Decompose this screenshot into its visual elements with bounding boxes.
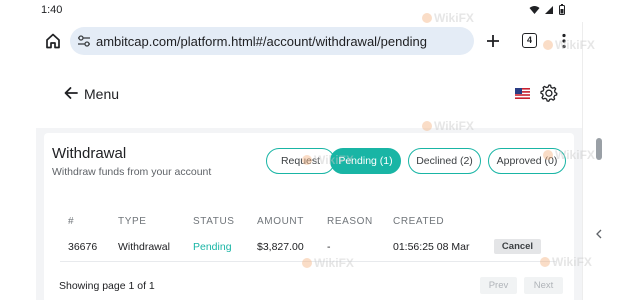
menu-button[interactable]: Menu: [84, 86, 119, 102]
gear-icon[interactable]: [539, 83, 559, 103]
column-header-reason: REASON: [327, 216, 373, 227]
pagination-summary: Showing page 1 of 1: [59, 280, 155, 292]
site-settings-icon[interactable]: [77, 34, 91, 48]
signal-icon: [545, 5, 553, 14]
page-header: Menu: [36, 60, 582, 128]
cell-reason: -: [327, 241, 331, 253]
browser-toolbar: ambitcap.com/platform.html#/account/with…: [0, 22, 617, 60]
filter-declined-button[interactable]: Declined (2): [408, 148, 481, 174]
cell-amount: $3,827.00: [257, 241, 304, 253]
wifi-icon: [529, 5, 540, 14]
cell-status: Pending: [193, 241, 232, 253]
scrollbar-thumb[interactable]: [596, 138, 602, 160]
cancel-withdrawal-button[interactable]: Cancel: [494, 239, 541, 254]
status-bar: 1:40: [0, 0, 617, 22]
filter-pending-button[interactable]: Pending (1): [330, 148, 401, 174]
more-options-icon[interactable]: [561, 33, 567, 49]
side-divider: [582, 22, 583, 300]
chevron-left-icon[interactable]: [595, 229, 603, 239]
us-flag-icon[interactable]: [515, 88, 530, 99]
column-header-amount: AMOUNT: [257, 216, 304, 227]
column-header-number: #: [68, 216, 75, 227]
column-header-created: CREATED: [393, 216, 445, 227]
url-text[interactable]: ambitcap.com/platform.html#/account/with…: [96, 34, 427, 49]
cell-created: 01:56:25 08 Mar: [393, 241, 470, 253]
card-title: Withdrawal: [52, 145, 127, 162]
filter-request-button[interactable]: Request: [266, 148, 335, 174]
back-arrow-icon[interactable]: [63, 85, 79, 101]
column-header-type: TYPE: [118, 216, 147, 227]
withdrawal-card: Withdrawal Withdraw funds from your acco…: [44, 133, 574, 300]
cell-id: 36676: [68, 241, 98, 253]
column-header-status: STATUS: [193, 216, 235, 227]
status-icons: [529, 4, 565, 15]
cell-type: Withdrawal: [118, 241, 170, 253]
next-page-button[interactable]: Next: [524, 277, 563, 294]
plus-icon: [487, 35, 499, 47]
new-tab-button[interactable]: [485, 30, 501, 52]
home-icon[interactable]: [44, 32, 62, 50]
address-bar[interactable]: ambitcap.com/platform.html#/account/with…: [70, 27, 474, 55]
row-divider: [60, 261, 556, 262]
battery-icon: [559, 4, 565, 15]
page-content: Menu Withdrawal Withdraw funds from your…: [36, 60, 582, 300]
filter-approved-button[interactable]: Approved (0): [488, 148, 566, 174]
tab-switcher-button[interactable]: 4: [522, 33, 537, 48]
prev-page-button[interactable]: Prev: [480, 277, 517, 294]
card-subtitle: Withdraw funds from your account: [52, 166, 212, 178]
status-time: 1:40: [41, 4, 63, 16]
